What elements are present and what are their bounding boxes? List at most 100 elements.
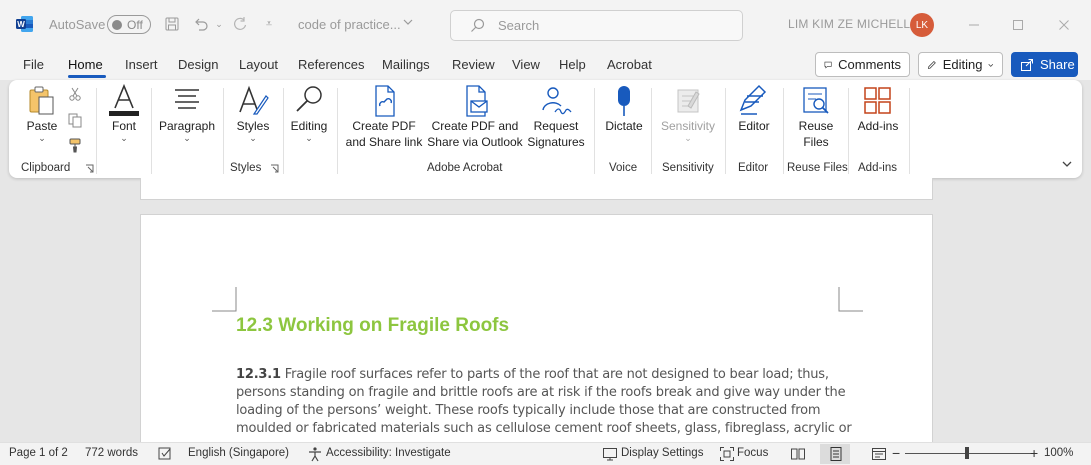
create-pdf-share-link-button[interactable]: Create PDF and Share link (345, 84, 423, 150)
display-settings-icon[interactable] (602, 446, 618, 465)
paragraph-line-3: loading of the persons’ weight. These ro… (236, 403, 821, 418)
maximize-icon[interactable] (1006, 13, 1030, 37)
adobe-acrobat-group-label: Adobe Acrobat (427, 162, 503, 174)
add-ins-button[interactable]: Add-ins (856, 84, 900, 134)
save-icon[interactable] (161, 13, 183, 35)
styles-button[interactable]: Styles ⌄ (233, 84, 273, 144)
read-mode-icon[interactable] (790, 446, 806, 465)
web-layout-icon[interactable] (871, 446, 887, 465)
comments-button[interactable]: Comments (815, 52, 910, 77)
customize-qat-icon[interactable]: ⩡ (258, 13, 280, 35)
chevron-down-icon[interactable] (402, 16, 414, 31)
search-box[interactable]: Search (450, 10, 743, 41)
tab-mailings[interactable]: Mailings (382, 57, 430, 72)
user-name[interactable]: LIM KIM ZE MICHELL (788, 17, 910, 31)
tab-help[interactable]: Help (559, 57, 586, 72)
accessibility-icon[interactable] (307, 446, 323, 465)
paragraph-line-4: moulded or fabricated materials such as … (236, 421, 852, 436)
toggle-knob (112, 20, 122, 30)
editing-mode-button[interactable]: Editing (918, 52, 1003, 77)
zoom-in-icon[interactable]: + (1030, 445, 1038, 461)
sensitivity-icon (677, 89, 700, 113)
comments-label: Comments (838, 57, 901, 72)
svg-text:W: W (17, 20, 25, 29)
tab-review[interactable]: Review (452, 57, 495, 72)
minimize-icon[interactable] (962, 13, 986, 37)
copy-icon[interactable] (67, 112, 83, 131)
dictate-button[interactable]: Dictate (602, 84, 646, 134)
add-ins-label: Add-ins (857, 119, 899, 133)
paragraph-line-1: 12.3.1 Fragile roof surfaces refer to pa… (236, 366, 829, 384)
print-layout-icon[interactable] (828, 446, 844, 465)
chevron-down-icon: ⌄ (305, 133, 313, 143)
tab-view[interactable]: View (512, 57, 540, 72)
document-title[interactable]: code of practice... (298, 17, 401, 32)
editor-button[interactable]: Editor (733, 84, 775, 134)
page-count[interactable]: Page 1 of 2 (9, 447, 68, 459)
crop-mark (838, 287, 863, 312)
zoom-slider-thumb[interactable] (965, 447, 969, 459)
separator (96, 88, 97, 174)
comment-icon (824, 61, 832, 69)
font-color-icon (109, 84, 139, 116)
zoom-out-icon[interactable]: − (892, 445, 900, 461)
paragraph-button[interactable]: Paragraph ⌄ (159, 84, 215, 144)
find-icon (296, 86, 322, 112)
reuse-files-button[interactable]: Reuse Files (791, 84, 841, 150)
zoom-level[interactable]: 100% (1044, 447, 1073, 459)
tab-home[interactable]: Home (68, 57, 103, 72)
format-painter-icon[interactable] (67, 137, 83, 156)
crop-mark (212, 287, 237, 312)
paragraph-align-icon (175, 89, 199, 109)
request-label-2: Signatures (527, 135, 585, 149)
create-pdf-outlook-button[interactable]: Create PDF and Share via Outlook (427, 84, 523, 150)
editing-button[interactable]: Editing ⌄ (289, 84, 329, 144)
styles-group-label: Styles (230, 162, 262, 174)
dialog-launcher-icon[interactable] (85, 164, 94, 173)
share-icon (1021, 58, 1033, 71)
outlook-label-2: Share via Outlook (427, 135, 523, 149)
separator (594, 88, 595, 174)
proofing-icon[interactable] (157, 446, 173, 465)
tab-file[interactable]: File (23, 57, 44, 72)
styles-label: Styles (236, 119, 270, 133)
undo-chevron-icon[interactable]: ⌄ (208, 13, 230, 35)
tab-design[interactable]: Design (178, 57, 218, 72)
document-page[interactable]: 12.3 Working on Fragile Roofs 12.3.1 Fra… (140, 214, 933, 444)
close-icon[interactable] (1052, 13, 1076, 37)
chevron-down-icon: ⌄ (120, 133, 128, 143)
dialog-launcher-icon[interactable] (270, 164, 279, 173)
create-pdf-label-2: and Share link (345, 135, 423, 149)
accessibility-status[interactable]: Accessibility: Investigate (326, 447, 451, 459)
avatar[interactable]: LK (910, 13, 934, 37)
title-bar: W AutoSave Off ⌄ ⩡ code of practice... S… (0, 0, 1091, 50)
language-status[interactable]: English (Singapore) (188, 447, 289, 459)
display-settings-label[interactable]: Display Settings (621, 447, 703, 459)
tab-insert[interactable]: Insert (125, 57, 158, 72)
collapse-ribbon-icon[interactable] (1061, 158, 1073, 173)
chevron-down-icon (988, 63, 994, 67)
cut-icon[interactable] (67, 86, 83, 105)
sensitivity-button[interactable]: Sensitivity ⌄ (659, 84, 717, 144)
ribbon: Paste ⌄ Clipboard Font ⌄ Paragraph ⌄ Sty… (9, 80, 1082, 178)
tab-references[interactable]: References (298, 57, 364, 72)
focus-label[interactable]: Focus (737, 447, 768, 459)
word-logo-icon: W (16, 16, 33, 32)
word-count[interactable]: 772 words (85, 447, 138, 459)
tab-layout[interactable]: Layout (239, 57, 278, 72)
tab-acrobat[interactable]: Acrobat (607, 57, 652, 72)
previous-page-bottom (140, 178, 933, 200)
font-button[interactable]: Font ⌄ (106, 84, 142, 144)
paste-button[interactable]: Paste ⌄ (26, 84, 58, 144)
share-button[interactable]: Share (1011, 52, 1078, 77)
editor-group-label: Editor (738, 162, 769, 174)
status-bar: Page 1 of 2 772 words English (Singapore… (0, 442, 1091, 465)
pdf-mail-icon (466, 85, 488, 117)
editor-icon (739, 84, 767, 115)
autosave-toggle[interactable]: Off (107, 15, 151, 34)
redo-icon[interactable] (229, 13, 251, 35)
request-signatures-button[interactable]: Request Signatures (525, 84, 587, 150)
create-pdf-label-1: Create PDF (352, 119, 416, 133)
focus-icon[interactable] (719, 446, 735, 465)
autosave-label: AutoSave (49, 17, 106, 32)
